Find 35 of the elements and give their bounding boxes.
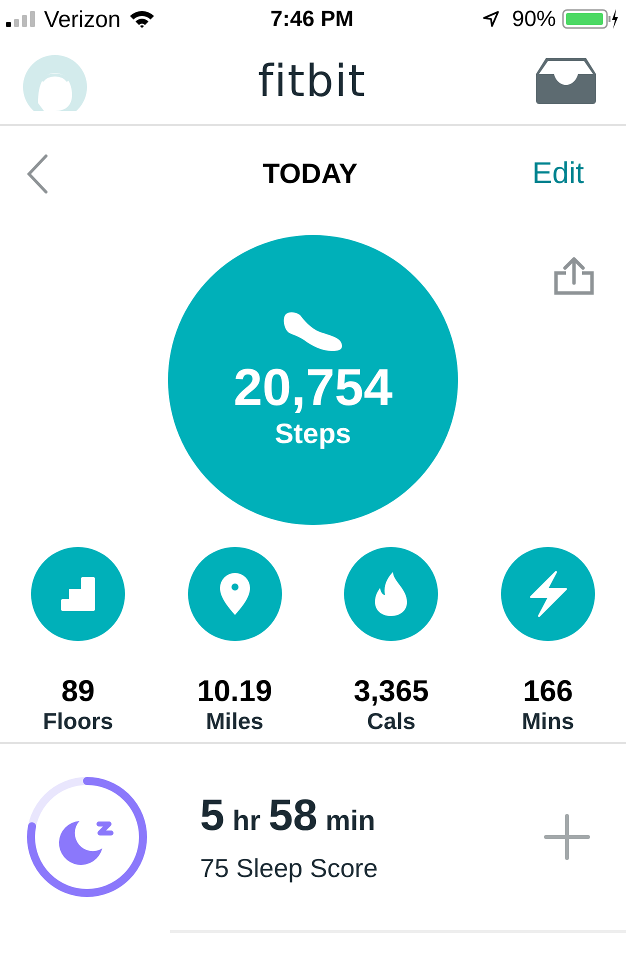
stat-label: Cals <box>367 708 416 735</box>
sleep-minutes: 58 <box>268 790 318 840</box>
battery-percent: 90% <box>512 6 556 32</box>
minutes-unit: min <box>325 804 376 836</box>
stat-value: 166 <box>522 675 573 708</box>
page-title: TODAY <box>262 158 358 190</box>
steps-circle[interactable]: 20,754 Steps <box>168 235 458 525</box>
stat-label: Floors <box>42 708 114 735</box>
stat-value: 3,365 <box>354 675 429 708</box>
shoe-icon <box>282 310 344 352</box>
hours-unit: hr <box>232 804 260 836</box>
stat-label: Miles <box>206 708 264 735</box>
steps-value: 20,754 <box>233 360 393 418</box>
battery-charging-icon <box>562 8 618 30</box>
edit-button[interactable]: Edit <box>532 157 584 191</box>
location-arrow-icon <box>482 10 500 28</box>
stat-label: Mins <box>522 708 574 735</box>
app-logo: fitbit <box>258 56 366 106</box>
inbox-icon[interactable] <box>536 58 596 104</box>
share-icon[interactable] <box>553 257 595 295</box>
wifi-icon <box>128 10 155 28</box>
stat-value: 89 <box>61 675 95 708</box>
moon-icon <box>59 821 114 865</box>
plus-icon[interactable] <box>544 814 590 860</box>
carrier-name: Verizon <box>44 6 121 32</box>
sleep-score: 75 Sleep Score <box>200 852 379 884</box>
stat-value: 10.19 <box>197 675 272 708</box>
stairs-icon <box>59 575 97 613</box>
steps-label: Steps <box>274 418 352 450</box>
signal-icon <box>6 11 36 27</box>
status-time: 7:46 PM <box>270 6 354 32</box>
map-pin-icon <box>218 572 251 616</box>
back-chevron-icon[interactable] <box>26 154 48 194</box>
sleep-hours: 5 <box>200 790 224 840</box>
flame-icon <box>374 571 408 617</box>
